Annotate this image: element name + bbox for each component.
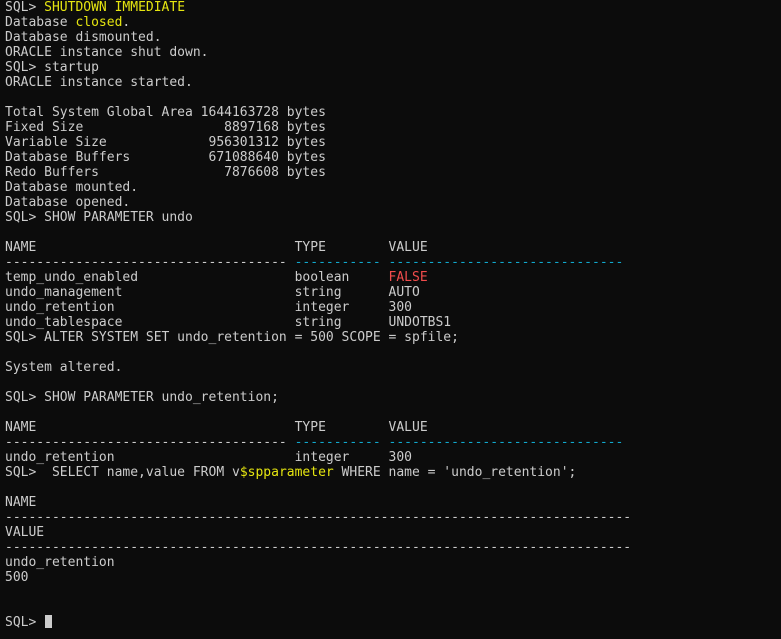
terminal-line: temp_undo_enabled boolean FALSE: [5, 270, 781, 285]
sql-keyword: $spparameter: [239, 465, 334, 480]
terminal-text: Database dismounted.: [5, 30, 162, 45]
terminal-text: NAME TYPE VALUE: [5, 240, 428, 255]
terminal-line: Database Buffers 671088640 bytes: [5, 150, 781, 165]
terminal-text: ORACLE instance started.: [5, 75, 193, 90]
terminal-line: SQL> SHOW PARAMETER undo_retention;: [5, 390, 781, 405]
terminal-line: VALUE: [5, 525, 781, 540]
false-value: FALSE: [388, 270, 428, 285]
terminal-line: Fixed Size 8897168 bytes: [5, 120, 781, 135]
terminal-line: Database mounted.: [5, 180, 781, 195]
terminal-text: undo_retention integer 300: [5, 450, 412, 465]
terminal-text: Variable Size 956301312 bytes: [5, 135, 326, 150]
terminal-text: SQL> startup: [5, 60, 99, 75]
terminal-line: undo_management string AUTO: [5, 285, 781, 300]
terminal-text: undo_retention integer 300: [5, 300, 412, 315]
terminal-line: SQL> SHUTDOWN IMMEDIATE: [5, 0, 781, 15]
terminal-text: Database Buffers 671088640 bytes: [5, 150, 326, 165]
sql-keyword: IMMEDIATE: [114, 0, 186, 15]
terminal-text: temp_undo_enabled boolean: [5, 270, 389, 285]
terminal-text: Database opened.: [5, 195, 131, 210]
terminal-line: 500: [5, 570, 781, 585]
terminal-text: SQL> SELECT name,value FROM v: [5, 465, 240, 480]
terminal-line: SQL> SELECT name,value FROM v$spparamete…: [5, 465, 781, 480]
sql-keyword: closed: [75, 15, 123, 30]
column-separator: ----------- ----------------------------…: [294, 255, 624, 270]
terminal-text: 500: [5, 570, 29, 585]
terminal-line: Database opened.: [5, 195, 781, 210]
terminal-line: ----------------------------------------…: [5, 510, 781, 525]
terminal-line: Redo Buffers 7876608 bytes: [5, 165, 781, 180]
terminal-text: NAME: [5, 495, 37, 510]
terminal-text: ------------------------------------: [5, 255, 295, 270]
terminal-line: Database dismounted.: [5, 30, 781, 45]
terminal-line: SQL>: [5, 615, 781, 630]
terminal-line: undo_retention: [5, 555, 781, 570]
terminal-line: ------------------------------------ ---…: [5, 255, 781, 270]
column-separator: ----------- ----------------------------…: [294, 435, 624, 450]
terminal-text: SQL>: [5, 615, 45, 630]
sql-keyword: SHUTDOWN: [44, 0, 107, 15]
cursor-block: [45, 615, 53, 628]
terminal-text: SQL>: [5, 0, 45, 15]
terminal-line: undo_retention integer 300: [5, 300, 781, 315]
terminal-text: ----------------------------------------…: [5, 540, 632, 555]
terminal-text: NAME TYPE VALUE: [5, 420, 428, 435]
terminal-line: NAME TYPE VALUE: [5, 240, 781, 255]
terminal-text: SQL> SHOW PARAMETER undo_retention;: [5, 390, 279, 405]
terminal-text: SQL> SHOW PARAMETER undo: [5, 210, 193, 225]
terminal-text: Redo Buffers 7876608 bytes: [5, 165, 326, 180]
terminal-line: ORACLE instance shut down.: [5, 45, 781, 60]
terminal-text: Total System Global Area 1644163728 byte…: [5, 105, 326, 120]
terminal-line: SQL> SHOW PARAMETER undo: [5, 210, 781, 225]
terminal-line: undo_retention integer 300: [5, 450, 781, 465]
terminal-line: ORACLE instance started.: [5, 75, 781, 90]
terminal-text: undo_management string AUTO: [5, 285, 420, 300]
terminal-text: WHERE name = 'undo_retention';: [333, 465, 577, 480]
terminal-text: ----------------------------------------…: [5, 510, 632, 525]
terminal-text: VALUE: [5, 525, 45, 540]
terminal-line: SQL> ALTER SYSTEM SET undo_retention = 5…: [5, 330, 781, 345]
terminal-text: .: [122, 15, 131, 30]
terminal-text: undo_tablespace string UNDOTBS1: [5, 315, 452, 330]
terminal-line: NAME: [5, 495, 781, 510]
terminal-line: System altered.: [5, 360, 781, 375]
terminal-line: Database closed.: [5, 15, 781, 30]
terminal-text: Fixed Size 8897168 bytes: [5, 120, 326, 135]
terminal-line: ------------------------------------ ---…: [5, 435, 781, 450]
terminal-line: NAME TYPE VALUE: [5, 420, 781, 435]
terminal-text: ORACLE instance shut down.: [5, 45, 209, 60]
terminal-text: ------------------------------------: [5, 435, 295, 450]
terminal-line: ----------------------------------------…: [5, 540, 781, 555]
terminal-text: Database mounted.: [5, 180, 139, 195]
terminal-text: undo_retention: [5, 555, 115, 570]
terminal-line: SQL> startup: [5, 60, 781, 75]
terminal-text: System altered.: [5, 360, 123, 375]
terminal-line: undo_tablespace string UNDOTBS1: [5, 315, 781, 330]
terminal-text: SQL> ALTER SYSTEM SET undo_retention = 5…: [5, 330, 459, 345]
terminal-line: Total System Global Area 1644163728 byte…: [5, 105, 781, 120]
terminal-text: Database: [5, 15, 76, 30]
terminal-window[interactable]: SQL> SHUTDOWN IMMEDIATE Database closed. D…: [0, 0, 781, 639]
terminal-line: Variable Size 956301312 bytes: [5, 135, 781, 150]
